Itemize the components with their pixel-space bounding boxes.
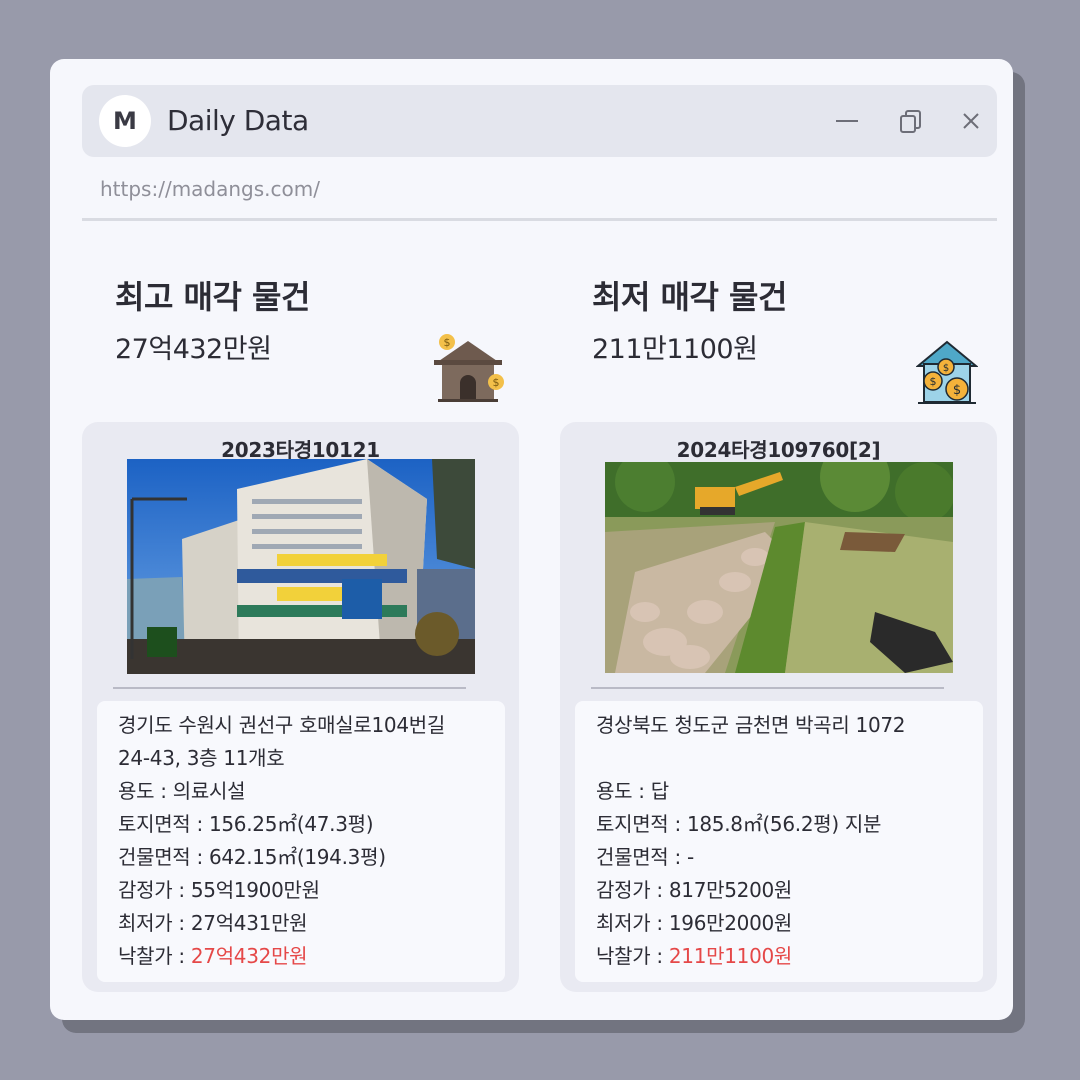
lowest-heading: 최저 매각 물건 [592, 278, 787, 316]
title-bar: M Daily Data [82, 85, 997, 157]
card-divider [591, 687, 944, 689]
land-area-value: 185.8㎡(56.2평) 지분 [686, 812, 882, 836]
property-details: 경기도 수원시 권선구 호매실로104번길 24-43, 3층 11개호 용도 … [97, 701, 505, 982]
address-line-1: 경기도 수원시 권선구 호매실로104번길 [118, 713, 445, 737]
case-number: 2024타경109760[2] [676, 438, 881, 462]
property-details: 경상북도 청도군 금천면 박곡리 1072 용도 : 답 토지면적 : 185.… [575, 701, 983, 982]
minimum-price-value: 27억431만원 [190, 911, 308, 935]
url-text[interactable]: https://madangs.com/ [100, 177, 320, 201]
minimize-button[interactable] [831, 105, 863, 137]
building-area-value: - [686, 845, 694, 869]
appraisal-row: 감정가 : 817만5200원 [596, 874, 975, 907]
usage-label: 용도 : [118, 779, 173, 803]
building-photo [127, 459, 475, 674]
appraisal-label: 감정가 : [118, 878, 191, 902]
winning-bid-value: 27억432만원 [190, 944, 308, 968]
minimum-price-row: 최저가 : 27억431만원 [118, 907, 497, 940]
field-photo [605, 462, 953, 673]
highest-heading: 최고 매각 물건 [115, 278, 310, 316]
winning-bid-row: 낙찰가 : 27억432만원 [118, 940, 497, 973]
usage-value: 의료시설 [172, 779, 246, 803]
winning-bid-label: 낙찰가 : [596, 944, 669, 968]
land-area-value: 156.25㎡(47.3평) [208, 812, 374, 836]
minimum-price-label: 최저가 : [596, 911, 669, 935]
lowest-card[interactable]: 2024타경109760[2] 경상북도 청도군 금천면 박곡리 1072 용도… [560, 422, 997, 992]
usage-value: 답 [650, 779, 669, 803]
winning-bid-label: 낙찰가 : [118, 944, 191, 968]
copy-button[interactable] [895, 105, 927, 137]
land-area-row: 토지면적 : 185.8㎡(56.2평) 지분 [596, 808, 975, 841]
svg-text:$: $ [930, 375, 937, 388]
card-divider [113, 687, 466, 689]
svg-text:$: $ [943, 363, 949, 374]
building-area-value: 642.15㎡(194.3평) [208, 845, 386, 869]
winning-bid-value: 211만1100원 [668, 944, 793, 968]
usage-label: 용도 : [596, 779, 651, 803]
appraisal-row: 감정가 : 55억1900만원 [118, 874, 497, 907]
building-area-row: 건물면적 : - [596, 841, 975, 874]
building-area-row: 건물면적 : 642.15㎡(194.3평) [118, 841, 497, 874]
close-button[interactable] [955, 105, 987, 137]
close-icon [963, 113, 979, 129]
address-line-2: 24-43, 3층 11개호 [118, 746, 285, 770]
minimum-price-row: 최저가 : 196만2000원 [596, 907, 975, 940]
house-money-icon: $ $ [434, 334, 504, 402]
winning-bid-row: 낙찰가 : 211만1100원 [596, 940, 975, 973]
usage-row: 용도 : 의료시설 [118, 775, 497, 808]
minimum-price-label: 최저가 : [118, 911, 191, 935]
appraisal-value: 817만5200원 [668, 878, 793, 902]
usage-row: 용도 : 답 [596, 775, 975, 808]
land-area-label: 토지면적 : [118, 812, 209, 836]
address-line-1: 경상북도 청도군 금천면 박곡리 1072 [596, 713, 906, 737]
appraisal-value: 55억1900만원 [190, 878, 320, 902]
minimum-price-value: 196만2000원 [668, 911, 793, 935]
minimize-icon [836, 120, 858, 122]
building-area-label: 건물면적 : [118, 845, 209, 869]
svg-text:$: $ [493, 376, 500, 389]
land-area-row: 토지면적 : 156.25㎡(47.3평) [118, 808, 497, 841]
lowest-price: 211만1100원 [592, 334, 758, 365]
svg-text:$: $ [953, 383, 961, 398]
building-area-label: 건물면적 : [596, 845, 687, 869]
app-window: M Daily Data https://madangs.com/ 최고 매각 … [50, 59, 1013, 1020]
highest-card[interactable]: 2023타경10121 경기도 수원시 권선구 호매실로104번길 24-43,… [82, 422, 519, 992]
land-area-label: 토지면적 : [596, 812, 687, 836]
copy-icon [900, 110, 921, 133]
highest-price: 27억432만원 [115, 334, 272, 365]
app-logo: M [99, 95, 151, 147]
appraisal-label: 감정가 : [596, 878, 669, 902]
address-line-2 [596, 742, 975, 775]
house-coins-icon: $ $ $ [916, 340, 978, 404]
url-divider [82, 218, 997, 221]
svg-text:$: $ [444, 336, 451, 349]
app-title: Daily Data [167, 104, 309, 137]
